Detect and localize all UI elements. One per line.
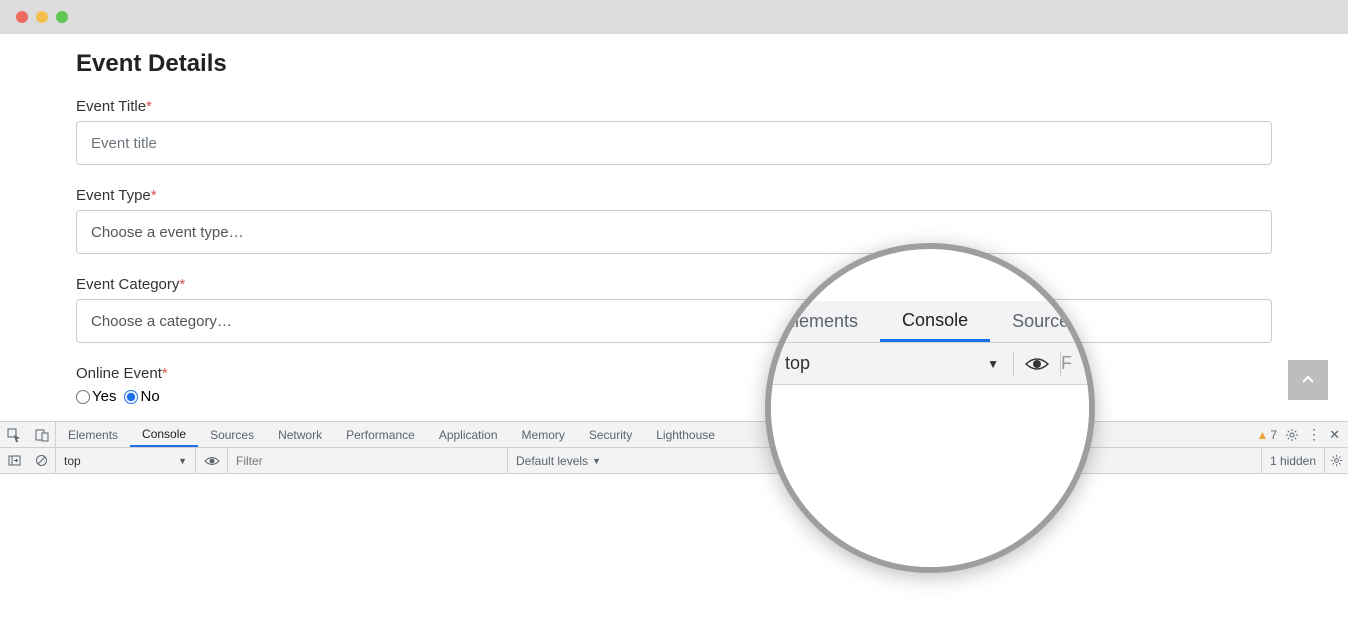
warning-icon: ▲: [1257, 428, 1269, 442]
warning-count[interactable]: ▲7: [1257, 428, 1278, 442]
tab-lighthouse[interactable]: Lighthouse: [644, 422, 727, 447]
execution-context-label: top: [64, 454, 81, 468]
gear-icon: [1285, 428, 1299, 442]
chevron-up-icon: [1300, 372, 1316, 388]
device-toolbar-button[interactable]: [28, 422, 56, 447]
window-titlebar: [0, 0, 1348, 34]
devtools-panel: Elements Console Sources Network Perform…: [0, 421, 1348, 474]
sidebar-icon: [8, 454, 21, 467]
devtools-tabbar: Elements Console Sources Network Perform…: [0, 422, 1348, 448]
magnified-toolbar: top ▼ F: [771, 343, 1089, 385]
close-window-button[interactable]: [16, 11, 28, 23]
tab-memory[interactable]: Memory: [510, 422, 577, 447]
required-asterisk: *: [146, 98, 152, 115]
online-event-label: Online Event: [76, 365, 162, 382]
event-title-field: Event Title*: [76, 98, 1272, 165]
event-type-select[interactable]: Choose a event type…: [76, 210, 1272, 254]
tab-sources[interactable]: Sources: [198, 422, 266, 447]
event-title-label: Event Title: [76, 98, 146, 115]
tab-performance[interactable]: Performance: [334, 422, 427, 447]
console-filter-input[interactable]: [236, 454, 499, 468]
event-category-select[interactable]: Choose a category…: [76, 299, 1272, 343]
magnified-tabbar: Elements Console Source: [771, 301, 1089, 343]
device-icon: [35, 428, 49, 442]
online-no-radio[interactable]: [124, 390, 138, 404]
tab-elements[interactable]: Elements: [56, 422, 130, 447]
magnified-filter-hint: F: [1061, 353, 1089, 374]
caret-down-icon: ▼: [178, 456, 187, 466]
console-toolbar: top ▼ Default levels ▼ 1 hidden: [0, 448, 1348, 474]
online-yes-radio[interactable]: [76, 390, 90, 404]
console-settings-button[interactable]: [1324, 448, 1348, 473]
inspect-element-button[interactable]: [0, 422, 28, 447]
minimize-window-button[interactable]: [36, 11, 48, 23]
hidden-messages-label[interactable]: 1 hidden: [1261, 448, 1324, 473]
live-expression-button[interactable]: [196, 448, 228, 473]
online-no-label: No: [140, 388, 159, 405]
event-type-label: Event Type: [76, 187, 151, 204]
devtools-menu-button[interactable]: ⋮: [1307, 426, 1321, 443]
eye-icon: [204, 455, 220, 467]
event-type-placeholder: Choose a event type…: [91, 224, 244, 241]
magnified-context: top ▼: [771, 353, 1013, 374]
event-type-field: Event Type* Choose a event type…: [76, 187, 1272, 254]
required-asterisk: *: [162, 365, 168, 382]
log-levels-select[interactable]: Default levels ▼: [508, 448, 609, 473]
event-category-label: Event Category: [76, 276, 179, 293]
console-sidebar-toggle[interactable]: [0, 448, 28, 473]
inspect-icon: [7, 428, 21, 442]
event-category-field: Event Category* Choose a category…: [76, 276, 1272, 343]
maximize-window-button[interactable]: [56, 11, 68, 23]
event-title-input[interactable]: [76, 121, 1272, 165]
form-container: Event Details Event Title* Event Type* C…: [0, 34, 1348, 405]
magnified-tab-elements: Elements: [771, 301, 880, 342]
required-asterisk: *: [179, 276, 185, 293]
clear-icon: [35, 454, 48, 467]
tab-network[interactable]: Network: [266, 422, 334, 447]
caret-down-icon: ▼: [987, 357, 999, 371]
event-category-placeholder: Choose a category…: [91, 313, 232, 330]
eye-icon: [1025, 356, 1049, 372]
magnified-tab-sources: Source: [990, 301, 1091, 342]
magnified-tab-console: Console: [880, 301, 990, 342]
clear-console-button[interactable]: [28, 448, 56, 473]
magnifier-overlay: Elements Console Source top ▼ F: [765, 243, 1095, 573]
console-filter: [228, 448, 508, 473]
required-asterisk: *: [151, 187, 157, 204]
log-levels-label: Default levels: [516, 454, 588, 468]
magnified-context-label: top: [785, 353, 810, 374]
warning-count-number: 7: [1270, 428, 1277, 442]
scroll-to-top-button[interactable]: [1288, 360, 1328, 400]
tab-application[interactable]: Application: [427, 422, 510, 447]
tab-console[interactable]: Console: [130, 422, 198, 447]
caret-down-icon: ▼: [592, 456, 601, 466]
devtools-settings-button[interactable]: [1285, 428, 1299, 442]
magnified-eye: [1014, 356, 1060, 372]
page-title: Event Details: [76, 50, 1272, 78]
execution-context-select[interactable]: top ▼: [56, 448, 196, 473]
devtools-close-button[interactable]: ✕: [1329, 427, 1340, 443]
online-yes-label: Yes: [92, 388, 116, 405]
gear-icon: [1330, 454, 1343, 467]
tab-security[interactable]: Security: [577, 422, 644, 447]
